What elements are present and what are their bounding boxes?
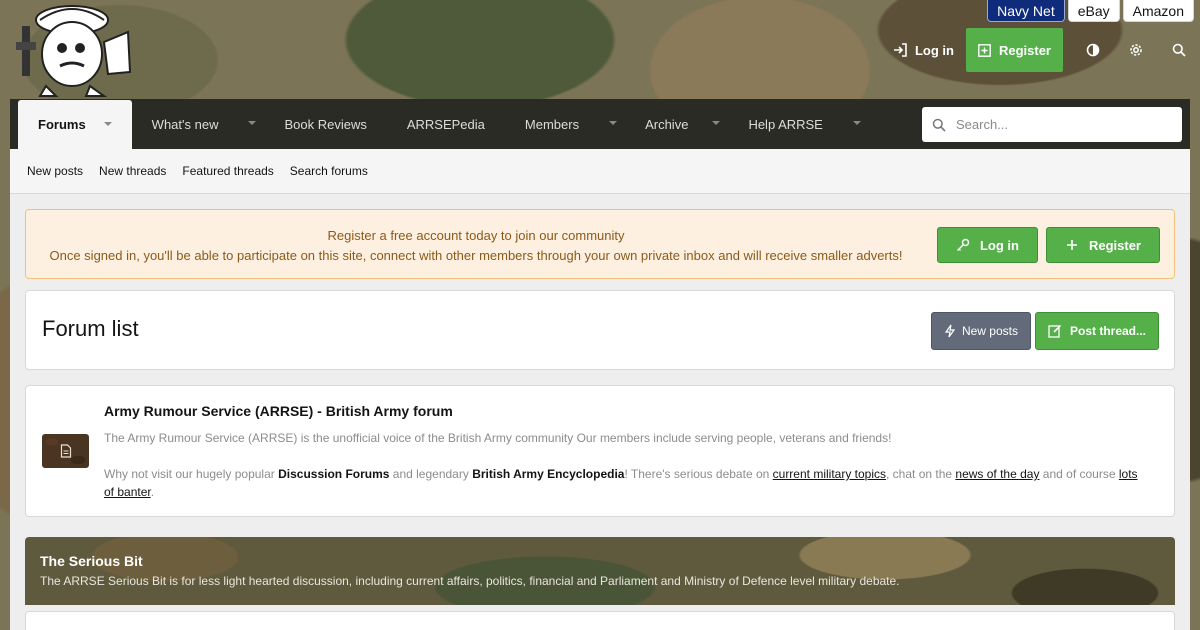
notice-register-button[interactable]: Register (1045, 227, 1160, 263)
register-notice: Register a free account today to join ou… (25, 209, 1175, 279)
forum-node: Army Rumour Service (ARRSE) - British Ar… (25, 385, 1175, 517)
page-title: Forum list (42, 316, 139, 341)
current-topics-link[interactable]: current military topics (773, 467, 886, 481)
node-title[interactable]: Army Rumour Service (ARRSE) - British Ar… (104, 403, 453, 419)
post-thread-label: Post thread... (1069, 324, 1146, 338)
main-nav: Forums What's new Book Reviews ARRSEPedi… (10, 99, 1190, 149)
notice-text: Register a free account today to join ou… (26, 226, 926, 266)
discussion-forums-text: Discussion Forums (278, 467, 390, 481)
subnav-search-forums[interactable]: Search forums (282, 164, 376, 178)
chevron-down-icon[interactable] (712, 121, 721, 125)
nav-tab-label: Help ARRSE (748, 116, 823, 132)
nav-tab-forums[interactable]: Forums (18, 100, 132, 149)
category-title[interactable]: The Serious Bit (40, 553, 143, 569)
search-placeholder: Search... (956, 117, 1009, 132)
notice-register-label: Register (1088, 237, 1141, 253)
desc-text: and of course (1039, 467, 1119, 481)
nav-tab-label: Archive (645, 116, 689, 132)
chevron-down-icon[interactable] (852, 121, 861, 125)
node-desc-line-1: The Army Rumour Service (ARRSE) is the u… (104, 431, 892, 445)
subnav-new-posts[interactable]: New posts (19, 164, 91, 178)
nav-tab-label: What's new (151, 116, 219, 132)
category-body (25, 611, 1175, 630)
notice-login-button[interactable]: Log in (936, 227, 1038, 263)
encyclopedia-text: British Army Encyclopedia (472, 467, 625, 481)
post-thread-button[interactable]: Post thread... (1034, 312, 1159, 350)
desc-text: , chat on the (886, 467, 956, 481)
edit-icon (1048, 324, 1062, 338)
nav-tab-label: Book Reviews (284, 116, 367, 132)
navy-net-link[interactable]: Navy Net (987, 0, 1065, 22)
forum-list-header: Forum list New posts Post thread... (25, 290, 1175, 370)
ebay-link[interactable]: eBay (1067, 0, 1120, 22)
contrast-icon (1086, 43, 1099, 57)
amazon-link[interactable]: Amazon (1122, 0, 1194, 22)
header-login-button[interactable]: Log in (881, 28, 966, 72)
node-icon (42, 434, 89, 468)
new-posts-button[interactable]: New posts (930, 312, 1031, 350)
gear-icon (1129, 44, 1142, 56)
header-actions: Log in Register (881, 28, 1200, 72)
header-login-label: Log in (914, 42, 954, 58)
nav-search-input[interactable]: Search... (922, 107, 1182, 142)
chevron-down-icon[interactable] (248, 121, 257, 125)
key-icon (956, 238, 970, 251)
nav-tab-archive[interactable]: Archive (625, 99, 728, 149)
nav-tab-help-arrse[interactable]: Help ARRSE (728, 99, 868, 149)
header-register-button[interactable]: Register (965, 28, 1063, 72)
page-actions: New posts Post thread... (930, 312, 1159, 350)
nav-tab-label: Forums (38, 117, 86, 132)
desc-text: Why not visit our hugely popular (104, 467, 279, 481)
settings-button[interactable] (1114, 28, 1157, 72)
desc-text: . (150, 485, 155, 499)
header-search-button[interactable] (1157, 28, 1200, 72)
notice-login-label: Log in (979, 237, 1019, 253)
plus-icon (1066, 240, 1077, 250)
search-icon (1172, 43, 1186, 57)
notice-buttons: Log in Register (936, 227, 1160, 263)
nav-tab-whats-new[interactable]: What's new (132, 99, 265, 149)
plus-box-icon (978, 43, 991, 57)
nav-tab-book-reviews[interactable]: Book Reviews (264, 99, 386, 149)
news-of-the-day-link[interactable]: news of the day (955, 467, 1039, 481)
nav-tab-label: ARRSEPedia (406, 116, 485, 132)
new-posts-label: New posts (961, 324, 1018, 338)
header-register-label: Register (998, 42, 1051, 58)
login-icon (893, 43, 907, 57)
sub-nav: New posts New threads Featured threads S… (10, 149, 1190, 194)
nav-tab-label: Members (524, 116, 580, 132)
notice-line-1: Register a free account today to join ou… (327, 228, 625, 243)
subnav-new-threads[interactable]: New threads (91, 164, 174, 178)
subnav-featured-threads[interactable]: Featured threads (174, 164, 281, 178)
search-icon (932, 118, 946, 132)
main-content: Register a free account today to join ou… (10, 194, 1190, 630)
notice-line-2: Once signed in, you'll be able to partic… (49, 248, 903, 263)
theme-toggle-button[interactable] (1071, 28, 1114, 72)
external-links: Navy Net eBay Amazon (987, 0, 1194, 22)
node-description: The Army Rumour Service (ARRSE) is the u… (104, 429, 1144, 501)
node-desc-line-2: Why not visit our hugely popular Discuss… (104, 465, 1144, 501)
chevron-down-icon[interactable] (103, 122, 112, 126)
category-description: The ARRSE Serious Bit is for less light … (40, 574, 900, 588)
nav-tab-members[interactable]: Members (505, 99, 625, 149)
desc-text: and legendary (389, 467, 473, 481)
chevron-down-icon[interactable] (609, 121, 618, 125)
category-header: The Serious Bit The ARRSE Serious Bit is… (25, 537, 1175, 605)
site-logo[interactable] (16, 2, 132, 98)
nav-tab-arrsepedia[interactable]: ARRSEPedia (387, 99, 505, 149)
document-icon (60, 444, 71, 458)
lightning-icon (944, 324, 956, 338)
desc-text: ! There's serious debate on (624, 467, 773, 481)
